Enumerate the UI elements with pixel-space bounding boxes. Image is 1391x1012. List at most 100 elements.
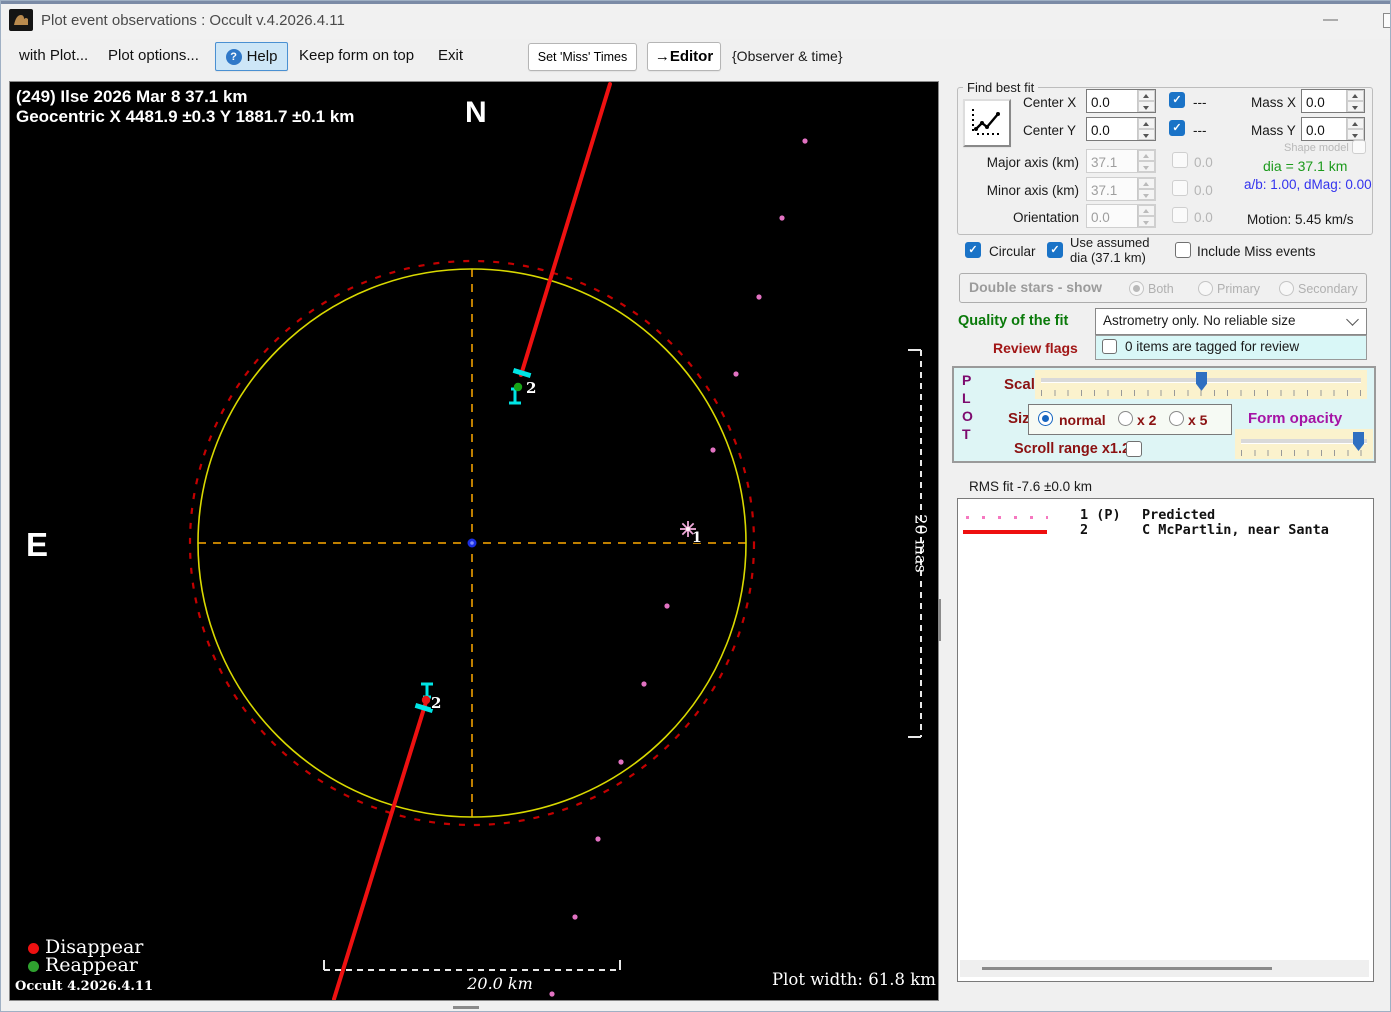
find-best-fit-title: Find best fit [963, 80, 1039, 95]
chord-name: C McPartlin, near Santa [1142, 522, 1329, 538]
chord-list-hscrollbar[interactable] [960, 960, 1369, 977]
scale-slider[interactable] [1035, 370, 1367, 399]
plot-vertical-scrollbar[interactable] [939, 599, 941, 641]
orientation-aux: 0.0 [1194, 210, 1213, 225]
title-bar: Plot event observations : Occult v.4.202… [1, 4, 1390, 39]
use-assumed-checkbox[interactable]: ✓ [1047, 242, 1063, 258]
shape-model-label: Shape model [1284, 142, 1349, 154]
orientation-checkbox[interactable] [1172, 207, 1188, 223]
occultation-plot-canvas[interactable]: (249) Ilse 2026 Mar 8 37.1 km Geocentric… [9, 81, 939, 1001]
help-icon: ? [225, 48, 242, 65]
review-flags-text: 0 items are tagged for review [1125, 339, 1300, 354]
shape-model-checkbox[interactable] [1352, 140, 1366, 154]
review-flags-box: 0 items are tagged for review [1095, 335, 1367, 360]
mass-y-label: Mass Y [1251, 123, 1296, 138]
size-x5-label: x 5 [1188, 412, 1208, 428]
center-y-field[interactable] [1086, 117, 1156, 141]
observed-line-swatch [963, 530, 1047, 534]
plot-horizontal-scrollbar[interactable] [453, 1006, 479, 1009]
minimize-button[interactable]: — [1323, 11, 1338, 28]
major-axis-aux: 0.0 [1194, 155, 1213, 170]
plot-version-label: Occult 4.2026.4.11 [15, 979, 154, 994]
fit-chart-button[interactable] [963, 99, 1011, 147]
menu-plot-options[interactable]: Plot options... [108, 47, 199, 64]
menu-help-button[interactable]: ? Help [215, 42, 288, 71]
maximize-button[interactable] [1383, 13, 1390, 28]
menu-exit[interactable]: Exit [438, 47, 463, 64]
chord-id: 2 [1080, 522, 1089, 538]
center-x-checkbox[interactable]: ✓ [1169, 92, 1185, 108]
plot-vertical-t: T [962, 426, 971, 442]
double-stars-both-radio[interactable] [1129, 281, 1144, 296]
east-label: E [26, 526, 49, 563]
help-label: Help [246, 48, 278, 65]
center-y-checkbox[interactable]: ✓ [1169, 120, 1185, 136]
scale-slider-thumb[interactable] [1196, 372, 1207, 391]
size-x5-radio[interactable] [1169, 411, 1184, 426]
double-stars-primary-radio[interactable] [1198, 281, 1213, 296]
quality-of-fit-label: Quality of the fit [958, 313, 1069, 329]
rms-fit-label: RMS fit -7.6 ±0.0 km [969, 479, 1092, 494]
scale-bar-label: 20.0 km [467, 974, 533, 993]
review-flags-checkbox[interactable] [1102, 339, 1117, 354]
chevron-down-icon [1346, 313, 1359, 326]
chord-list-panel: 1 (P) Predicted 2 C McPartlin, near Sant… [957, 498, 1374, 982]
include-miss-checkbox[interactable] [1175, 242, 1191, 258]
north-label: N [465, 96, 487, 129]
center-y-label: Center Y [1023, 123, 1077, 138]
mas-scale-label: 20 mas [911, 514, 931, 573]
motion-label: Motion: 5.45 km/s [1247, 212, 1354, 227]
predicted-star-label: 1 [692, 530, 702, 546]
use-assumed-label-line2: dia (37.1 km) [1070, 250, 1146, 265]
major-axis-label: Major axis (km) [986, 155, 1079, 170]
plot-header-line1: (249) Ilse 2026 Mar 8 37.1 km [16, 87, 248, 106]
form-opacity-slider-thumb[interactable] [1353, 432, 1364, 451]
observer-time-label: {Observer & time} [732, 48, 843, 64]
use-assumed-label-line1: Use assumed [1070, 235, 1150, 250]
reappear-legend-label: Reappear [45, 954, 138, 976]
scroll-range-checkbox[interactable] [1126, 441, 1142, 457]
circular-label: Circular [989, 244, 1036, 259]
chord-list-hscrollbar-thumb[interactable] [982, 967, 1272, 970]
minor-axis-checkbox[interactable] [1172, 180, 1188, 196]
app-icon [9, 9, 33, 31]
predicted-line-swatch [966, 516, 1048, 519]
center-x-field[interactable] [1086, 89, 1156, 113]
form-opacity-label: Form opacity [1248, 410, 1343, 427]
menu-keep-form-on-top[interactable]: Keep form on top [299, 47, 414, 64]
set-miss-times-button[interactable]: Set 'Miss' Times [528, 43, 637, 71]
double-stars-label: Double stars - show [969, 279, 1103, 295]
circular-checkbox[interactable]: ✓ [965, 242, 981, 258]
center-x-suffix: --- [1193, 95, 1207, 110]
disappear-legend-dot [28, 943, 39, 954]
plot-vertical-p: P [962, 372, 972, 388]
reappear-legend-dot [28, 961, 39, 972]
plot-header-line2: Geocentric X 4481.9 ±0.3 Y 1881.7 ±0.1 k… [16, 107, 355, 126]
quality-dropdown-value: Astrometry only. No reliable size [1103, 313, 1296, 328]
minor-axis-label: Minor axis (km) [986, 183, 1079, 198]
size-x2-label: x 2 [1137, 412, 1157, 428]
size-normal-radio[interactable] [1038, 411, 1053, 426]
center-x-label: Center X [1023, 95, 1077, 110]
form-opacity-slider[interactable] [1235, 429, 1373, 459]
mass-x-field[interactable] [1301, 89, 1365, 113]
include-miss-label: Include Miss events [1197, 244, 1316, 259]
review-flags-label: Review flags [993, 340, 1078, 356]
scroll-range-label: Scroll range x1.25 [1014, 441, 1139, 457]
major-axis-checkbox[interactable] [1172, 152, 1188, 168]
chord2-label-lower: 2 [431, 694, 442, 712]
minor-axis-field [1086, 177, 1156, 201]
plot-vertical-o: O [962, 408, 973, 424]
mass-y-field[interactable] [1301, 117, 1365, 141]
double-stars-secondary-radio[interactable] [1279, 281, 1294, 296]
center-y-suffix: --- [1193, 123, 1207, 138]
size-x2-radio[interactable] [1118, 411, 1133, 426]
size-radio-group: normal x 2 x 5 [1028, 404, 1232, 435]
quality-dropdown[interactable]: Astrometry only. No reliable size [1095, 308, 1367, 335]
double-stars-secondary-label: Secondary [1298, 282, 1358, 296]
ab-dmag-label: a/b: 1.00, dMag: 0.00 [1244, 177, 1372, 192]
double-stars-both-label: Both [1148, 282, 1174, 296]
editor-button[interactable]: →Editor [647, 42, 721, 71]
plot-graphics [188, 82, 922, 1000]
menu-with-plot[interactable]: with Plot... [19, 47, 88, 64]
